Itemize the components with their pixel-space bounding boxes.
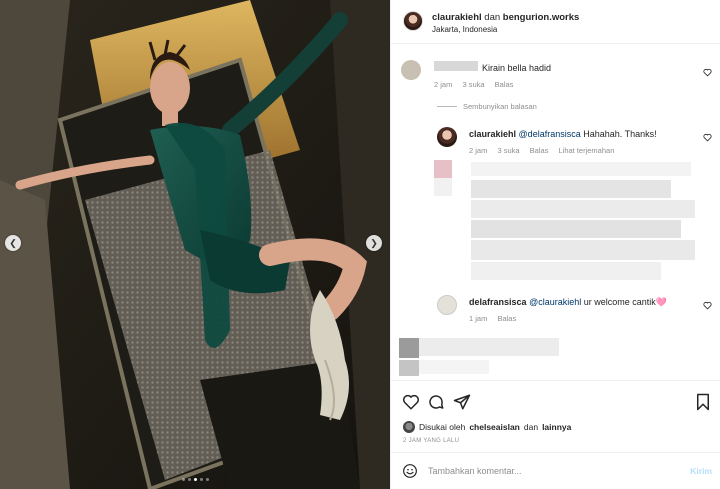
- carousel-indicator: [0, 478, 390, 481]
- comment-time: 2 jam: [434, 80, 453, 89]
- liker-username[interactable]: chelseaislan: [469, 422, 520, 432]
- commenter-avatar[interactable]: [401, 60, 421, 80]
- reply-likes[interactable]: 3 suka: [497, 146, 519, 155]
- comment-icon[interactable]: [427, 393, 445, 411]
- reply-time: 1 jam: [469, 314, 488, 323]
- post-side-panel: claurakiehl dan bengurion.works Jakarta,…: [390, 0, 720, 489]
- reply-mention[interactable]: @delafransisca: [519, 129, 581, 139]
- comment-likes[interactable]: 3 suka: [462, 80, 484, 89]
- comment-input[interactable]: [428, 462, 668, 480]
- post-header: claurakiehl dan bengurion.works Jakarta,…: [391, 0, 720, 44]
- liked-by-line: Disukai oleh chelseaislan dan lainnya: [403, 421, 571, 433]
- post-timestamp[interactable]: 2 JAM YANG LALU: [403, 438, 459, 444]
- carousel-dot: [205, 478, 209, 481]
- likes-others-button[interactable]: lainnya: [542, 422, 571, 432]
- reply-time: 2 jam: [469, 146, 488, 155]
- emoji-icon[interactable]: [402, 463, 418, 479]
- reply-button[interactable]: Balas: [495, 80, 514, 89]
- author-username[interactable]: claurakiehl: [432, 12, 482, 23]
- reply-meta: 1 jam Balas: [469, 314, 524, 323]
- previous-slide-button[interactable]: ❮: [5, 235, 21, 251]
- post-photo[interactable]: ❮ ❯: [0, 0, 390, 489]
- reply-username[interactable]: delafransisca: [469, 297, 527, 307]
- reply-mention[interactable]: @claurakiehl: [529, 297, 581, 307]
- carousel-dot: [187, 478, 191, 481]
- post-location[interactable]: Jakarta, Indonesia: [432, 25, 497, 34]
- reply-author-avatar[interactable]: [437, 295, 457, 315]
- reply-button[interactable]: Balas: [497, 314, 516, 323]
- bookmark-icon[interactable]: [694, 393, 712, 411]
- hide-replies-label: Sembunyikan balasan: [463, 102, 537, 111]
- add-comment-bar: Kirim: [391, 452, 720, 489]
- reply-meta: 2 jam 3 suka Balas Lihat terjemahan: [469, 146, 622, 155]
- carousel-dot: [181, 478, 185, 481]
- pixelated-username: [434, 61, 478, 71]
- reply-text: ur welcome cantik🩷: [583, 297, 667, 307]
- author-connector: dan: [484, 12, 501, 23]
- divider-line: [437, 106, 457, 107]
- chevron-right-icon: ❯: [370, 237, 378, 248]
- author-avatar[interactable]: [403, 11, 423, 31]
- reply-author-avatar[interactable]: [437, 127, 457, 147]
- heart-outline-icon[interactable]: [703, 68, 712, 77]
- comment-text: Kirain bella hadid: [482, 63, 552, 73]
- comment-meta: 2 jam 3 suka Balas: [434, 80, 521, 89]
- carousel-dot: [199, 478, 203, 481]
- reply-text-line: delafransisca @claurakiehl ur welcome ca…: [469, 297, 667, 308]
- liked-by-prefix: Disukai oleh: [419, 422, 466, 432]
- reply-text-line: claurakiehl @delafransisca Hahahah. Than…: [469, 129, 657, 139]
- photo-illustration: [0, 0, 390, 489]
- author-line: claurakiehl dan bengurion.works: [432, 12, 579, 23]
- hide-replies-toggle[interactable]: Sembunyikan balasan: [437, 102, 537, 111]
- heart-outline-icon[interactable]: [703, 301, 712, 310]
- reply-text: Hahahah. Thanks!: [583, 129, 657, 139]
- next-slide-button[interactable]: ❯: [366, 235, 382, 251]
- liker-avatar[interactable]: [403, 421, 415, 433]
- reply-username[interactable]: claurakiehl: [469, 129, 516, 139]
- reply-button[interactable]: Balas: [530, 146, 549, 155]
- comments-list[interactable]: Kirain bella hadid 2 jam 3 suka Balas Se…: [391, 44, 720, 380]
- heart-outline-icon[interactable]: [703, 133, 712, 142]
- instagram-post: ❮ ❯ claurakiehl dan bengurion.works Jaka…: [0, 0, 720, 489]
- liked-by-connector: dan: [523, 422, 539, 432]
- share-icon[interactable]: [453, 393, 471, 411]
- see-translation-button[interactable]: Lihat terjemahan: [559, 146, 615, 155]
- chevron-left-icon: ❮: [9, 237, 17, 248]
- like-heart-icon[interactable]: [402, 393, 420, 411]
- carousel-dot: [193, 478, 197, 481]
- collaborator-username[interactable]: bengurion.works: [503, 12, 580, 23]
- post-comment-button[interactable]: Kirim: [690, 466, 712, 476]
